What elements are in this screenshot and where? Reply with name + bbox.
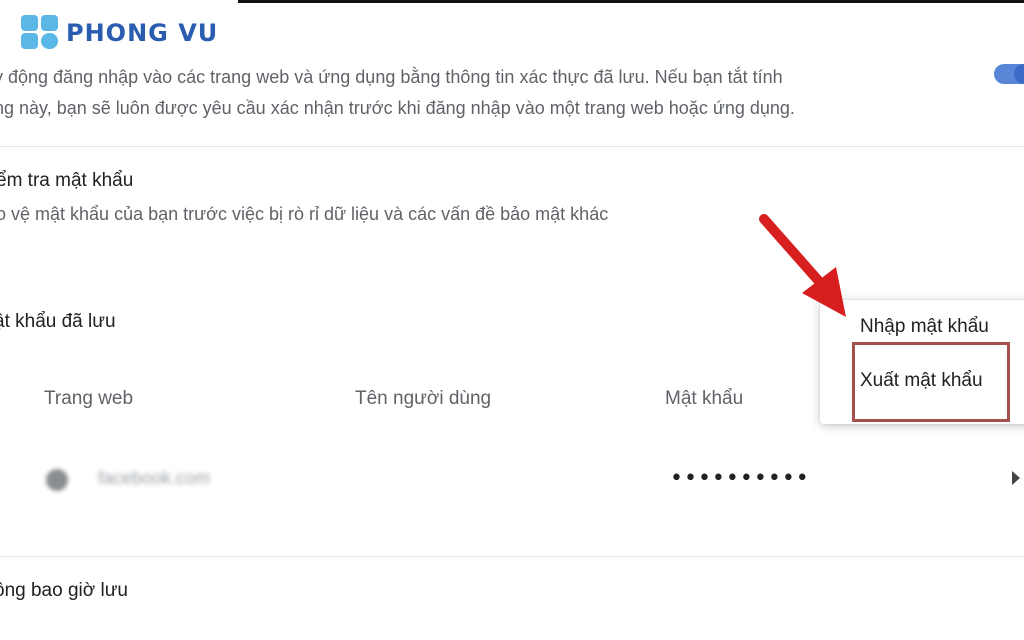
section-divider: [0, 556, 1024, 557]
screen: PHONG VU y động đăng nhập vào các trang …: [0, 0, 1024, 640]
brand-logo-icon: [21, 15, 58, 49]
annotation-arrow-icon: [759, 214, 846, 317]
site-favicon-icon: [46, 469, 68, 491]
chevron-right-icon[interactable]: [1012, 471, 1020, 485]
brand-name: PHONG VU: [66, 19, 219, 47]
column-header-username: Tên người dùng: [355, 388, 492, 409]
section-divider: [0, 146, 1024, 147]
auto-signin-toggle[interactable]: [994, 64, 1024, 84]
window-top-border: [238, 0, 1024, 3]
saved-passwords-title: ật khẩu đã lưu: [0, 311, 116, 332]
column-header-password: Mật khẩu: [665, 388, 744, 409]
auto-signin-description: y động đăng nhập vào các trang web và ứn…: [0, 62, 954, 124]
menu-item-export-passwords[interactable]: Xuất mật khẩu: [860, 370, 983, 392]
password-check-title[interactable]: ểm tra mật khẩu: [0, 170, 133, 192]
never-saved-title: ông bao giờ lưu: [0, 580, 128, 601]
menu-item-import-passwords[interactable]: Nhập mật khẩu: [860, 316, 989, 338]
row-site: facebook.com: [98, 468, 211, 488]
row-password-masked: ••••••••••: [670, 466, 810, 491]
password-check-description: o vệ mật khẩu của bạn trước việc bị rò r…: [0, 204, 609, 224]
column-header-site: Trang web: [44, 388, 134, 409]
brand-watermark: PHONG VU: [0, 0, 238, 64]
auto-signin-line-1: y động đăng nhập vào các trang web và ứn…: [0, 67, 783, 87]
auto-signin-line-2: ng này, bạn sẽ luôn được yêu cầu xác nhậ…: [0, 98, 795, 118]
toggle-knob: [1014, 64, 1024, 84]
